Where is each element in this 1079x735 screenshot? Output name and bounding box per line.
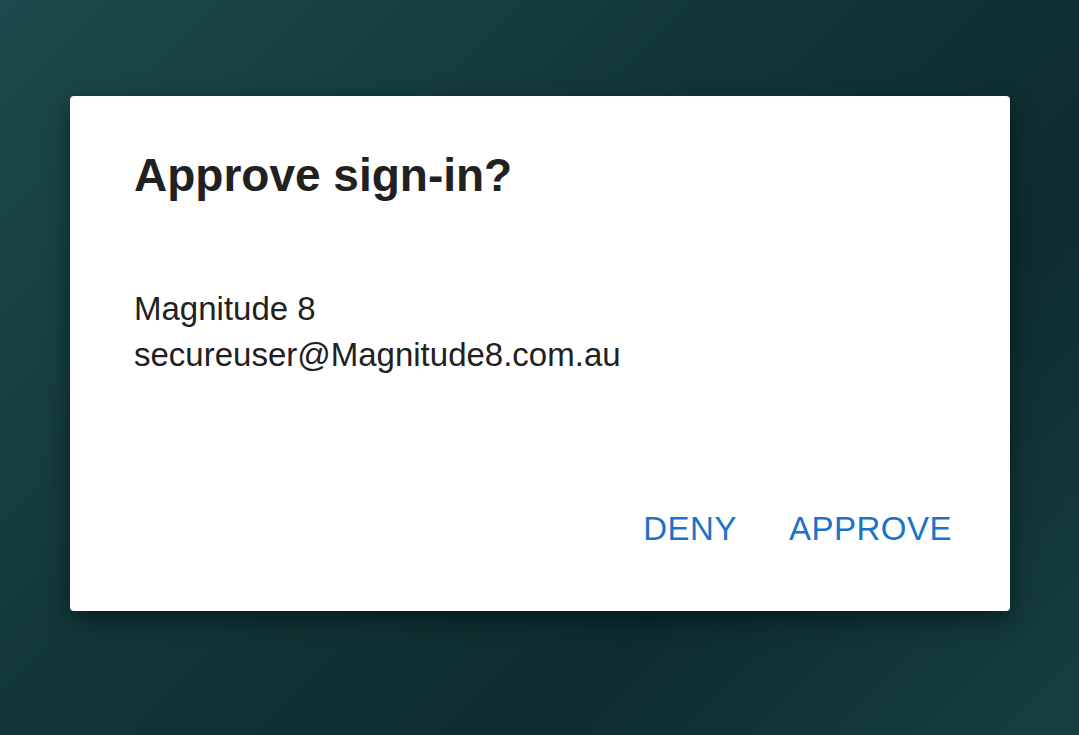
- deny-button[interactable]: DENY: [637, 503, 743, 555]
- account-email: secureuser@Magnitude8.com.au: [134, 332, 958, 378]
- approve-sign-in-dialog: Approve sign-in? Magnitude 8secureuser@Ma…: [70, 96, 1010, 611]
- approve-button[interactable]: APPROVE: [783, 503, 958, 555]
- account-info: Magnitude 8secureuser@Magnitude8.com.au: [134, 286, 958, 378]
- screen: Approve sign-in? Magnitude 8secureuser@Ma…: [0, 0, 1079, 735]
- dialog-actions: DENY APPROVE: [134, 503, 958, 555]
- dialog-title: Approve sign-in?: [134, 146, 958, 204]
- account-name: Magnitude 8: [134, 286, 958, 332]
